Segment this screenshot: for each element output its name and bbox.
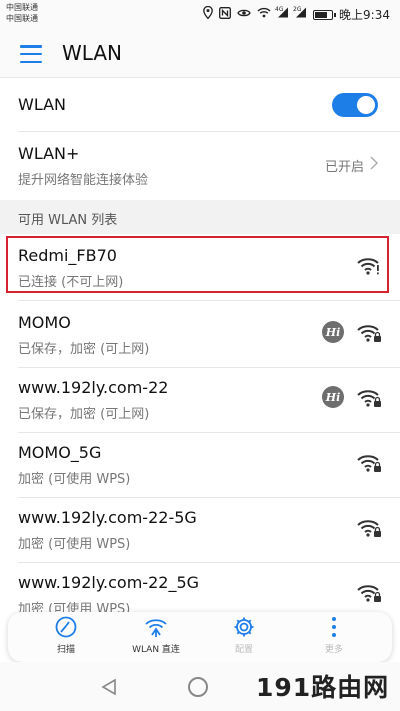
network-ssid: www.192ly.com-22-5G — [18, 508, 197, 527]
network-status: 已保存，加密 (可上网) — [18, 342, 150, 357]
carrier-info: 中国联通 中国联通 — [6, 2, 38, 24]
bottom-toolbar: 扫描 WLAN 直连 配置 更多 — [8, 612, 392, 662]
network-status: 已保存，加密 (可上网) — [18, 407, 150, 422]
section-header: 可用 WLAN 列表 — [0, 200, 400, 234]
more-icon — [332, 617, 336, 637]
wifi-locked-icon — [356, 518, 382, 538]
wlan-plus-label: WLAN+ — [18, 144, 80, 163]
network-status: 加密 (可使用 WPS) — [18, 537, 131, 552]
network-ssid: MOMO_5G — [18, 443, 102, 462]
more-button[interactable]: 更多 — [294, 612, 374, 662]
more-label: 更多 — [324, 645, 343, 655]
divider — [18, 300, 400, 301]
wlan-direct-icon — [145, 619, 167, 637]
gear-icon — [234, 617, 254, 637]
battery-icon — [313, 9, 337, 20]
wifi-status-icon — [257, 7, 271, 22]
network-ssid: www.192ly.com-22_5G — [18, 573, 200, 592]
wlan-plus-subtitle: 提升网络智能连接体验 — [18, 173, 149, 188]
menu-icon[interactable] — [20, 45, 42, 63]
config-button[interactable]: 配置 — [204, 612, 284, 662]
highlight-box — [6, 236, 389, 293]
wlan-direct-button[interactable]: WLAN 直连 — [116, 612, 196, 662]
back-icon[interactable] — [100, 678, 118, 696]
scan-label: 扫描 — [56, 645, 75, 655]
chevron-right-icon — [370, 156, 378, 174]
wifi-locked-icon — [356, 453, 382, 473]
watermark-text: 191路由网 — [256, 673, 390, 702]
signal-2-icon: 2G — [293, 6, 307, 22]
page-title: WLAN — [62, 41, 123, 65]
network-row[interactable]: www.192ly.com-22-5G 加密 (可使用 WPS) — [0, 498, 400, 558]
status-bar: 中国联通 中国联通 4G 2G 晚上9:34 — [0, 0, 400, 30]
scan-button[interactable]: 扫描 — [26, 612, 106, 662]
hi-badge-icon: Hi — [322, 321, 344, 343]
wifi-locked-icon — [356, 583, 382, 603]
wifi-locked-icon — [356, 323, 382, 343]
nfc-icon — [219, 6, 231, 23]
app-bar: WLAN — [0, 30, 400, 78]
wlan-direct-label: WLAN 直连 — [132, 645, 180, 655]
wlan-switch[interactable] — [332, 93, 378, 117]
network-status: 加密 (可使用 WPS) — [18, 472, 131, 487]
wifi-locked-icon — [356, 388, 382, 408]
clock: 晚上9:34 — [339, 8, 390, 22]
carrier-2: 中国联通 — [6, 14, 38, 23]
status-icons: 4G 2G 晚上9:34 — [203, 5, 390, 23]
config-label: 配置 — [234, 645, 253, 655]
home-icon[interactable] — [188, 677, 208, 697]
network-ssid: MOMO — [18, 313, 71, 332]
carrier-1: 中国联通 — [6, 3, 38, 12]
wlan-label: WLAN — [18, 95, 67, 114]
section-header-label: 可用 WLAN 列表 — [18, 213, 118, 228]
hi-badge-icon: Hi — [322, 386, 344, 408]
watermark: 191路由网 — [256, 668, 389, 704]
network-ssid: www.192ly.com-22 — [18, 378, 169, 397]
network-row[interactable]: MOMO_5G 加密 (可使用 WPS) — [0, 433, 400, 493]
signal-1-icon: 4G — [275, 6, 289, 22]
scan-icon — [55, 616, 77, 638]
switch-knob — [357, 96, 375, 114]
eye-icon — [237, 8, 251, 22]
location-icon — [203, 5, 213, 23]
wlan-plus-status: 已开启 — [324, 160, 364, 175]
